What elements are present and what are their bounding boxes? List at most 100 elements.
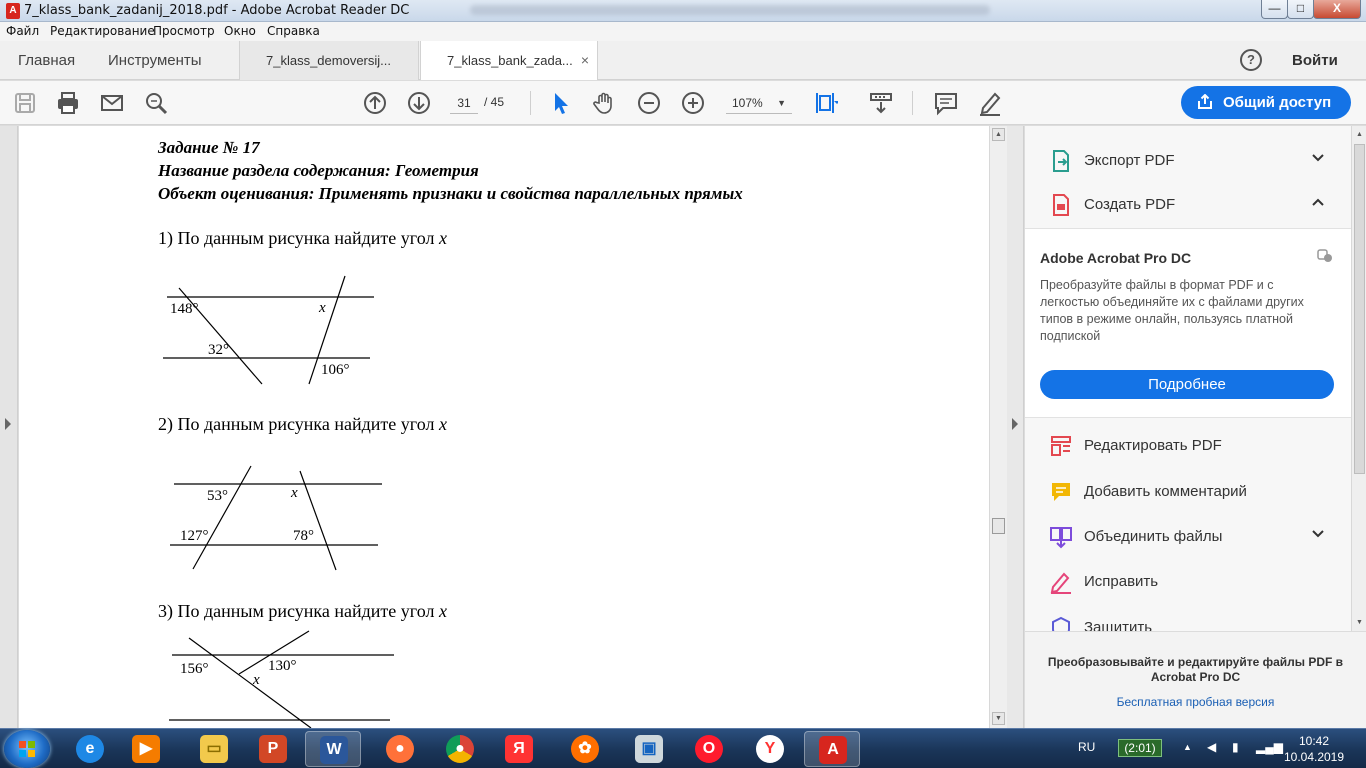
scroll-thumb[interactable] (1354, 144, 1365, 474)
variable-x: x (438, 414, 447, 434)
chevron-down-icon (1312, 154, 1324, 162)
scroll-mode-icon[interactable] (868, 90, 894, 116)
protect-item[interactable]: Защитить (1025, 608, 1351, 631)
document-scrollbar[interactable]: ▲ ▼ (989, 126, 1007, 728)
language-indicator[interactable]: RU (1078, 740, 1095, 768)
chrome-icon[interactable]: ● (432, 731, 488, 767)
scroll-up-arrow[interactable]: ▲ (1353, 128, 1366, 141)
scroll-thumb[interactable] (992, 518, 1005, 534)
close-button[interactable]: X (1313, 0, 1361, 19)
comment-icon[interactable] (933, 90, 959, 116)
nav-home[interactable]: Главная (18, 52, 75, 69)
zoom-out-icon[interactable] (636, 90, 662, 116)
create-pdf-item[interactable]: Создать PDF (1025, 185, 1351, 225)
volume-icon[interactable]: ◀ (1207, 740, 1216, 768)
tab-document-1[interactable]: 7_klass_demoversij... (239, 41, 419, 80)
tools-pane: Экспорт PDF Создать PDF Adobe Acrobat Pr… (1025, 126, 1351, 631)
page-number-input[interactable]: 31 (450, 92, 478, 114)
internet-explorer-icon[interactable]: e (62, 731, 118, 767)
file-explorer-icon[interactable]: ▭ (186, 731, 242, 767)
minimize-button[interactable]: — (1261, 0, 1288, 19)
save-icon[interactable] (12, 90, 38, 116)
tools-pane-scrollbar[interactable]: ▲ ▼ (1351, 126, 1366, 631)
share-button[interactable]: Общий доступ (1181, 86, 1351, 119)
toolbar-divider (530, 91, 531, 115)
email-icon[interactable] (99, 90, 125, 116)
menu-help[interactable]: Справка (267, 24, 320, 38)
yandex-icon[interactable]: Я (491, 731, 547, 767)
search-icon[interactable] (143, 90, 169, 116)
app-icon[interactable]: ✿ (557, 731, 613, 767)
opera-icon[interactable]: O (681, 731, 737, 767)
windows-taskbar: e ▶ ▭ P W ● ● Я ✿ ▣ O Y A RU (2:01) ▲ ◀ … (0, 728, 1366, 768)
highlight-pen-icon[interactable] (977, 90, 1003, 116)
network-icon[interactable]: ▂▄▆ (1256, 740, 1283, 768)
free-trial-link[interactable]: Бесплатная пробная версия (1025, 695, 1366, 709)
combine-files-icon (1050, 527, 1072, 549)
maximize-button[interactable]: □ (1287, 0, 1314, 19)
export-pdf-item[interactable]: Экспорт PDF (1025, 141, 1351, 181)
signin-link[interactable]: Войти (1292, 52, 1338, 69)
learn-more-button[interactable]: Подробнее (1040, 370, 1334, 399)
tools-pane-footer: Преобразовывайте и редактируйте файлы PD… (1025, 631, 1366, 728)
menu-view[interactable]: Просмотр (153, 24, 215, 38)
menu-file[interactable]: Файл (6, 24, 39, 38)
tab-bar: Главная Инструменты 7_klass_demoversij..… (0, 41, 1366, 80)
prev-page-icon[interactable] (362, 90, 388, 116)
windows-logo-icon (19, 741, 35, 757)
system-clock[interactable]: 10:42 10.04.2019 (1282, 733, 1346, 765)
share-label: Общий доступ (1223, 94, 1332, 111)
left-panel-toggle[interactable] (0, 126, 18, 728)
window-title: 7_klass_bank_zadanij_2018.pdf - Adobe Ac… (24, 3, 410, 18)
scroll-up-arrow[interactable]: ▲ (992, 128, 1005, 141)
toolbar: 31 / 45 107% ▼ Общий доступ (0, 81, 1366, 125)
print-icon[interactable] (55, 90, 81, 116)
tab-close-icon[interactable]: × (581, 52, 589, 68)
tray-expand-icon[interactable]: ▲ (1183, 742, 1192, 768)
hand-tool-icon[interactable] (592, 90, 618, 116)
question-3: 3) По данным рисунка найдите угол x (158, 601, 447, 621)
fill-sign-pen-icon (1050, 572, 1071, 594)
menu-window[interactable]: Окно (224, 24, 256, 38)
scroll-down-arrow[interactable]: ▼ (1353, 616, 1366, 629)
firefox-icon[interactable]: ● (372, 731, 428, 767)
app-icon[interactable]: ▣ (621, 731, 677, 767)
title-bar: A 7_klass_bank_zadanij_2018.pdf - Adobe … (0, 0, 1366, 22)
combine-files-item[interactable]: Объединить файлы (1025, 517, 1351, 557)
acrobat-taskbar-icon[interactable]: A (804, 731, 860, 767)
edit-pdf-item[interactable]: Редактировать PDF (1025, 426, 1351, 466)
battery-icon[interactable]: ▮ (1232, 740, 1239, 768)
acrobat-pro-promo: Adobe Acrobat Pro DC Преобразуйте файлы … (1025, 228, 1351, 418)
add-comment-item[interactable]: Добавить комментарий (1025, 472, 1351, 512)
right-panel-toggle[interactable] (1007, 126, 1024, 728)
yandex-browser-icon[interactable]: Y (742, 731, 798, 767)
next-page-icon[interactable] (406, 90, 432, 116)
clock-date: 10.04.2019 (1283, 750, 1345, 764)
help-icon[interactable]: ? (1240, 49, 1262, 71)
fit-page-icon[interactable] (812, 90, 840, 116)
tab-document-2[interactable]: 7_klass_bank_zada... × (420, 41, 598, 80)
tab-label: 7_klass_demoversij... (266, 53, 391, 68)
shield-icon (1052, 616, 1070, 631)
word-icon[interactable]: W (305, 731, 361, 767)
select-cursor-icon[interactable] (548, 90, 574, 116)
zoom-in-icon[interactable] (680, 90, 706, 116)
nav-tools[interactable]: Инструменты (108, 52, 202, 69)
export-pdf-icon (1053, 150, 1069, 172)
fill-sign-item[interactable]: Исправить (1025, 562, 1351, 602)
dismiss-promo-icon[interactable] (1317, 247, 1333, 263)
figure-1: 148° 32° 106° x (163, 275, 374, 385)
menu-edit[interactable]: Редактирование (50, 24, 155, 38)
share-icon (1198, 94, 1212, 109)
question-2: 2) По данным рисунка найдите угол x (158, 414, 447, 434)
start-button[interactable] (4, 730, 50, 768)
chevron-down-icon: ▼ (777, 98, 786, 108)
variable-x: x (438, 601, 447, 621)
media-player-icon[interactable]: ▶ (118, 731, 174, 767)
scroll-down-arrow[interactable]: ▼ (992, 712, 1005, 725)
promo-title: Adobe Acrobat Pro DC (1040, 250, 1192, 266)
powerpoint-icon[interactable]: P (245, 731, 301, 767)
footer-promo-text: Преобразовывайте и редактируйте файлы PD… (1047, 655, 1344, 684)
timer-badge[interactable]: (2:01) (1118, 739, 1162, 757)
zoom-select[interactable]: 107% ▼ (726, 92, 792, 114)
